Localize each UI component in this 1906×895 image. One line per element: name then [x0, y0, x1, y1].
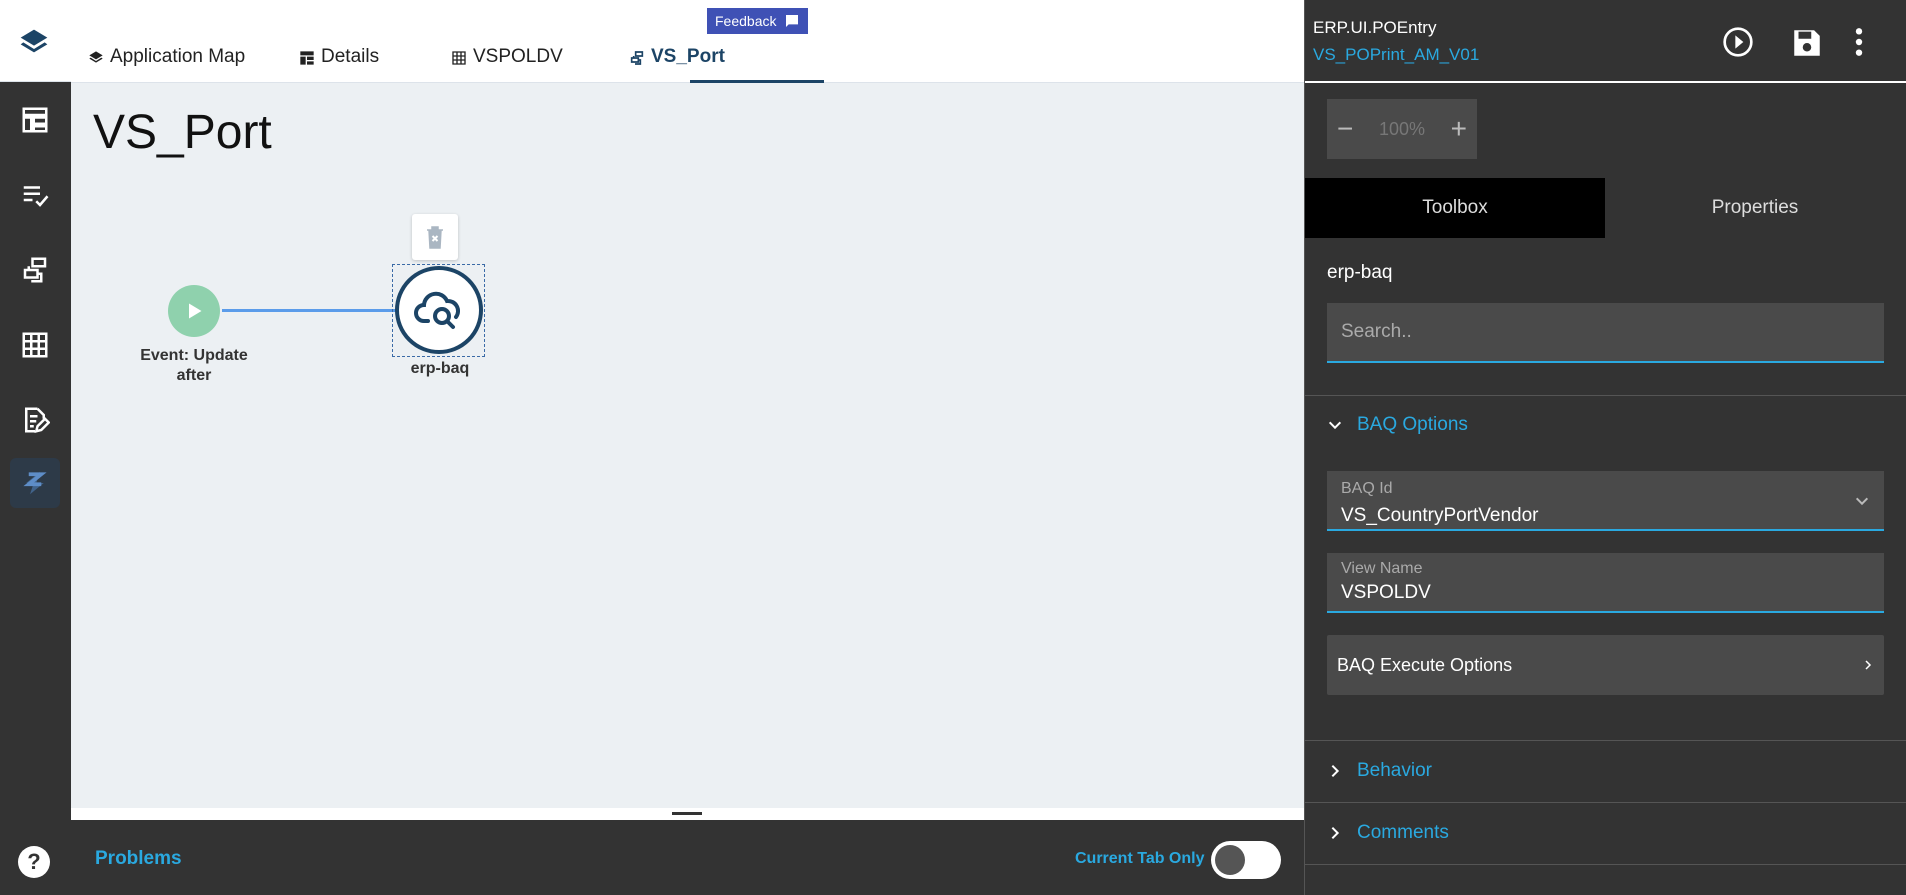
rail-edit-doc-icon[interactable] [10, 395, 60, 445]
rail-event-icon[interactable] [10, 458, 60, 508]
view-name-value: VSPOLDV [1341, 582, 1431, 603]
baq-options-header[interactable]: BAQ Options [1327, 414, 1468, 436]
tab-application-map[interactable]: Application Map [88, 46, 245, 82]
divider [1305, 395, 1906, 396]
save-icon[interactable] [1790, 26, 1824, 60]
more-vert-icon[interactable] [1853, 26, 1865, 58]
splitter-grip[interactable] [672, 812, 702, 815]
baq-execute-options-label: BAQ Execute Options [1337, 654, 1513, 675]
tab-details[interactable]: Details [299, 46, 379, 82]
app-name: ERP.UI.POEntry [1313, 18, 1437, 37]
chevron-right-icon [1331, 764, 1340, 778]
view-name-label: View Name [1341, 560, 1423, 577]
comments-header[interactable]: Comments [1327, 822, 1449, 844]
tab-label: Details [321, 46, 380, 67]
component-name: erp-baq [1327, 262, 1393, 283]
delete-node-button[interactable] [412, 214, 458, 260]
problems-label[interactable]: Problems [95, 848, 182, 870]
properties-panel: ERP.UI.POEntry VS_POPrint_AM_V01 − 100% … [1304, 0, 1906, 895]
rail-checklist-icon[interactable] [10, 170, 60, 220]
zoom-level: 100% [1378, 118, 1426, 139]
erp-baq-node-label: erp-baq [410, 360, 470, 377]
problems-bar: Problems Current Tab Only [71, 820, 1304, 895]
comment-icon [786, 15, 799, 27]
play-icon [189, 303, 202, 319]
panel-splitter[interactable] [71, 808, 1304, 820]
toggle-knob [1215, 845, 1245, 875]
layers-logo-icon[interactable] [18, 27, 50, 59]
behavior-title: Behavior [1357, 760, 1432, 781]
erp-baq-node[interactable] [395, 266, 483, 354]
run-icon[interactable] [1722, 26, 1754, 58]
current-tab-only-label: Current Tab Only [1075, 850, 1205, 867]
panel-header: ERP.UI.POEntry VS_POPrint_AM_V01 [1305, 0, 1906, 83]
baq-id-select[interactable]: BAQ Id VS_CountryPortVendor [1327, 471, 1884, 531]
baq-id-label: BAQ Id [1341, 480, 1393, 497]
divider [1305, 802, 1906, 803]
rail-grid-icon[interactable] [10, 320, 60, 370]
grid-icon [452, 51, 466, 65]
tab-label: Application Map [110, 46, 246, 67]
zoom-in-button[interactable]: + [1451, 113, 1467, 145]
rail-hierarchy-icon[interactable] [10, 245, 60, 295]
layers-icon [89, 51, 103, 63]
tab-vspoldv[interactable]: VSPOLDV [451, 46, 563, 82]
chevron-right-icon [1865, 660, 1872, 670]
hierarchy-icon [630, 51, 644, 65]
feedback-label: Feedback [715, 13, 777, 29]
event-start-node-label: Event: Update after [140, 347, 248, 384]
divider [1305, 864, 1906, 865]
design-canvas[interactable]: VS_Port Event: Update after erp-baq [71, 83, 1304, 808]
top-tab-bar: Feedback Application Map Details VSPOLDV… [71, 0, 1304, 83]
tab-toolbox[interactable]: Toolbox [1305, 178, 1605, 238]
layer-name[interactable]: VS_POPrint_AM_V01 [1313, 45, 1479, 65]
search-input[interactable] [1327, 303, 1884, 363]
panel-tabs: Toolbox Properties [1305, 178, 1906, 238]
view-name-field[interactable]: View Name VSPOLDV [1327, 553, 1884, 613]
chevron-down-icon [1855, 497, 1869, 506]
cloud-search-icon [414, 291, 460, 329]
help-icon[interactable]: ? [18, 846, 50, 878]
baq-id-value: VS_CountryPortVendor [1341, 505, 1539, 526]
layout-icon [300, 51, 314, 65]
event-start-node[interactable] [168, 285, 220, 337]
chevron-down-icon [1328, 421, 1342, 430]
trash-icon [427, 226, 443, 249]
current-tab-only-toggle[interactable] [1211, 841, 1281, 879]
tab-vs-port[interactable]: VS_Port [629, 46, 725, 82]
logo-area [0, 0, 71, 82]
comments-title: Comments [1357, 822, 1449, 843]
zoom-out-button[interactable]: − [1337, 113, 1353, 145]
left-rail: ? [0, 0, 71, 895]
baq-execute-options-button[interactable]: BAQ Execute Options [1327, 635, 1884, 695]
baq-options-title: BAQ Options [1357, 414, 1468, 435]
feedback-button[interactable]: Feedback [707, 8, 809, 34]
behavior-header[interactable]: Behavior [1327, 760, 1432, 782]
chevron-right-icon [1331, 826, 1340, 840]
rail-layout-icon[interactable] [10, 95, 60, 145]
tab-label: VSPOLDV [473, 46, 563, 67]
tab-properties[interactable]: Properties [1605, 178, 1905, 238]
zoom-control: − 100% + [1327, 99, 1477, 159]
tab-label: VS_Port [651, 46, 725, 67]
divider [1305, 740, 1906, 741]
page-title: VS_Port [93, 106, 272, 159]
